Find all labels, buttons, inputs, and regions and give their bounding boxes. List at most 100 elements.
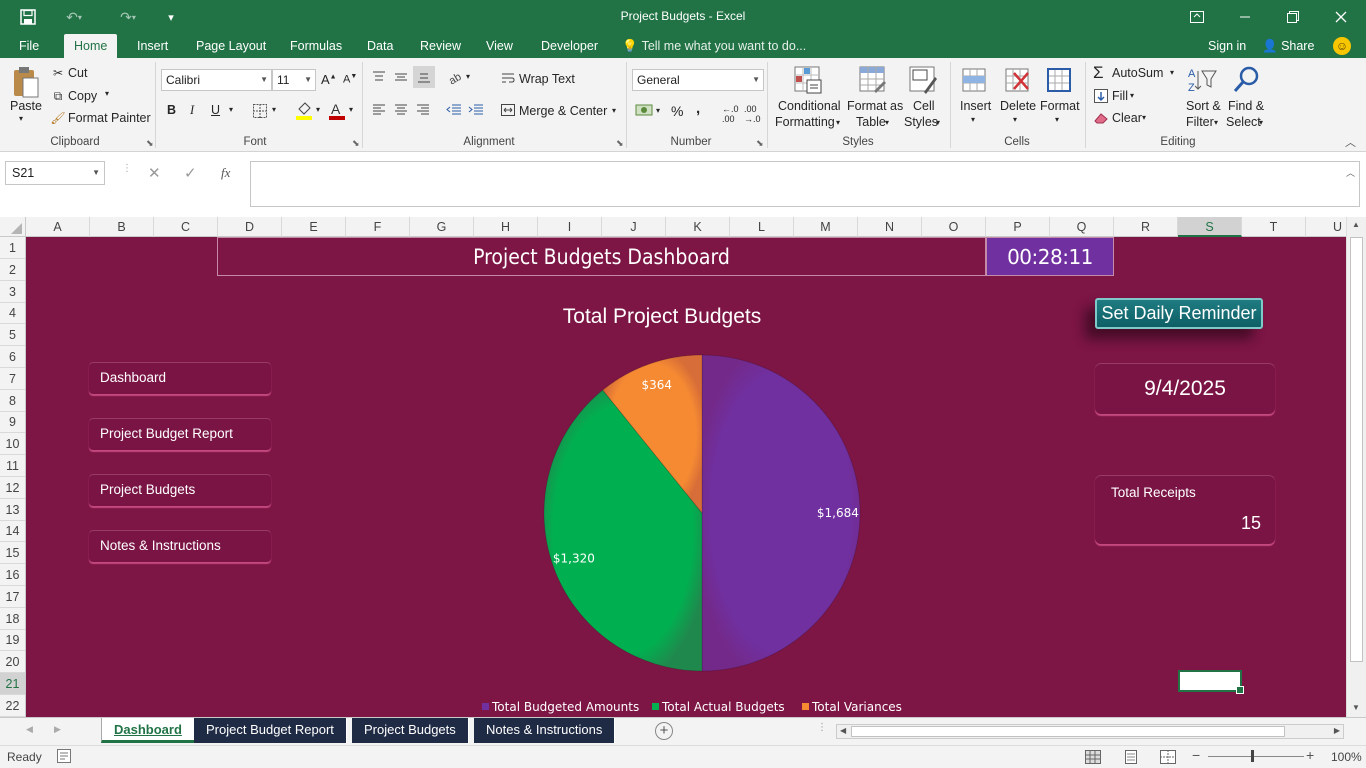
feedback-smiley-icon[interactable]: ☺ bbox=[1333, 37, 1351, 55]
ribbon-display-icon[interactable] bbox=[1174, 0, 1220, 34]
page-layout-view-icon[interactable] bbox=[1123, 750, 1139, 767]
sheet-tab-notes-instructions[interactable]: Notes & Instructions bbox=[474, 718, 616, 743]
column-header-m[interactable]: M bbox=[794, 217, 858, 237]
sort-filter-icon[interactable]: AZ bbox=[1186, 64, 1218, 96]
format-as-table-label-2[interactable]: Table bbox=[856, 115, 886, 129]
nav-notes-instructions-button[interactable]: Notes & Instructions bbox=[89, 530, 271, 562]
sort-filter-label-2[interactable]: Filter bbox=[1186, 115, 1214, 129]
zoom-in-icon[interactable]: + bbox=[1306, 747, 1314, 763]
column-header-k[interactable]: K bbox=[666, 217, 730, 237]
name-box[interactable]: S21 ▼ bbox=[5, 161, 105, 185]
zoom-slider-thumb[interactable] bbox=[1251, 750, 1254, 762]
column-header-r[interactable]: R bbox=[1114, 217, 1178, 237]
align-bottom-icon[interactable] bbox=[413, 66, 435, 88]
tab-review[interactable]: Review bbox=[410, 34, 471, 58]
tell-me-box[interactable]: 💡 Tell me what you want to do... bbox=[622, 34, 806, 58]
normal-view-icon[interactable] bbox=[1085, 750, 1101, 767]
add-sheet-icon[interactable]: + bbox=[655, 722, 673, 740]
delete-cells-label[interactable]: Delete bbox=[1000, 99, 1036, 113]
increase-indent-icon[interactable] bbox=[467, 101, 485, 119]
minimize-icon[interactable] bbox=[1222, 0, 1268, 34]
column-header-h[interactable]: H bbox=[474, 217, 538, 237]
page-break-view-icon[interactable] bbox=[1160, 750, 1176, 767]
column-header-i[interactable]: I bbox=[538, 217, 602, 237]
column-header-p[interactable]: P bbox=[986, 217, 1050, 237]
tab-page-layout[interactable]: Page Layout bbox=[186, 34, 276, 58]
row-header-17[interactable]: 17 bbox=[0, 586, 25, 608]
merge-center-button[interactable]: Merge & Center bbox=[519, 104, 607, 118]
sheet-tab-dashboard[interactable]: Dashboard bbox=[101, 718, 195, 743]
row-header-10[interactable]: 10 bbox=[0, 433, 25, 456]
prev-sheet-icon[interactable]: ◀ bbox=[26, 724, 33, 735]
font-color-icon[interactable]: A bbox=[327, 100, 347, 122]
underline-button[interactable]: U bbox=[211, 103, 220, 117]
row-header-13[interactable]: 13 bbox=[0, 499, 25, 521]
format-as-table-label[interactable]: Format as bbox=[847, 99, 903, 113]
insert-cells-icon[interactable] bbox=[958, 64, 990, 96]
row-header-4[interactable]: 4 bbox=[0, 302, 25, 325]
row-header-22[interactable]: 22 bbox=[0, 695, 25, 717]
column-header-d[interactable]: D bbox=[218, 217, 282, 237]
shrink-font-icon[interactable]: A▼ bbox=[343, 73, 357, 86]
cell-styles-label-2[interactable]: Styles bbox=[904, 115, 938, 129]
share-button[interactable]: 👤 Share bbox=[1262, 34, 1314, 58]
percent-style-button[interactable]: % bbox=[671, 103, 683, 119]
grow-font-icon[interactable]: A▲ bbox=[321, 72, 337, 87]
orientation-icon[interactable]: ab bbox=[446, 68, 464, 86]
macro-record-icon[interactable] bbox=[57, 749, 71, 766]
column-header-o[interactable]: O bbox=[922, 217, 986, 237]
sheet-tab-project-budget-report[interactable]: Project Budget Report bbox=[194, 718, 347, 743]
column-header-e[interactable]: E bbox=[282, 217, 346, 237]
eraser-icon[interactable] bbox=[1093, 110, 1109, 126]
align-center-icon[interactable] bbox=[392, 101, 410, 119]
number-format-box[interactable]: General ▼ bbox=[632, 69, 764, 91]
font-size-box[interactable]: 11 ▼ bbox=[272, 69, 316, 91]
paste-label[interactable]: Paste bbox=[10, 99, 42, 113]
column-header-f[interactable]: F bbox=[346, 217, 410, 237]
copy-icon[interactable]: ⧉ bbox=[50, 88, 66, 104]
tab-developer[interactable]: Developer bbox=[531, 34, 608, 58]
paste-dropdown-icon[interactable]: ▾ bbox=[19, 114, 23, 123]
find-select-icon[interactable] bbox=[1230, 64, 1262, 96]
enter-entry-icon[interactable]: ✓ bbox=[184, 164, 197, 182]
row-header-5[interactable]: 5 bbox=[0, 324, 25, 347]
accounting-format-icon[interactable] bbox=[634, 101, 654, 119]
align-left-icon[interactable] bbox=[370, 101, 388, 119]
delete-cells-icon[interactable] bbox=[1001, 64, 1033, 96]
bold-button[interactable]: B bbox=[167, 103, 176, 117]
align-top-icon[interactable] bbox=[370, 68, 388, 86]
pie-chart[interactable]: $1,684 $1,320 $364 Total Budgeted Amounts To… bbox=[476, 337, 996, 717]
cs-dropdown-icon[interactable]: ▾ bbox=[936, 118, 940, 127]
row-header-8[interactable]: 8 bbox=[0, 390, 25, 412]
align-middle-icon[interactable] bbox=[392, 68, 410, 86]
zoom-out-icon[interactable]: − bbox=[1192, 747, 1200, 763]
decrease-indent-icon[interactable] bbox=[445, 101, 463, 119]
orientation-dropdown-icon[interactable]: ▾ bbox=[466, 72, 470, 81]
zoom-slider[interactable] bbox=[1208, 756, 1304, 757]
row-header-21[interactable]: 21 bbox=[0, 673, 25, 695]
column-header-g[interactable]: G bbox=[410, 217, 474, 237]
column-header-j[interactable]: J bbox=[602, 217, 666, 237]
formula-input[interactable] bbox=[250, 161, 1360, 207]
conditional-formatting-label-2[interactable]: Formatting bbox=[775, 115, 835, 129]
sheet-tab-project-budgets[interactable]: Project Budgets bbox=[352, 718, 469, 743]
sign-in-link[interactable]: Sign in bbox=[1208, 34, 1246, 58]
insert-function-icon[interactable]: fx bbox=[221, 165, 230, 181]
horizontal-scroll-thumb[interactable] bbox=[851, 726, 1285, 737]
row-header-9[interactable]: 9 bbox=[0, 411, 25, 434]
nav-project-budget-report-button[interactable]: Project Budget Report bbox=[89, 418, 271, 450]
tab-file[interactable]: File bbox=[9, 34, 49, 58]
row-header-3[interactable]: 3 bbox=[0, 281, 25, 303]
row-header-7[interactable]: 7 bbox=[0, 368, 25, 390]
scroll-right-icon[interactable]: ▶ bbox=[1334, 726, 1340, 735]
nav-dashboard-button[interactable]: Dashboard bbox=[89, 362, 271, 394]
row-header-20[interactable]: 20 bbox=[0, 651, 25, 674]
increase-decimal-icon[interactable]: ←.0.00 bbox=[722, 104, 739, 124]
expand-formula-bar-icon[interactable]: ︿ bbox=[1346, 166, 1355, 179]
format-dropdown-icon[interactable]: ▾ bbox=[1055, 115, 1059, 124]
sort-filter-label[interactable]: Sort & bbox=[1186, 99, 1221, 113]
column-header-t[interactable]: T bbox=[1242, 217, 1306, 237]
merge-dropdown-icon[interactable]: ▾ bbox=[612, 106, 616, 115]
column-header-s[interactable]: S bbox=[1178, 217, 1242, 237]
row-header-12[interactable]: 12 bbox=[0, 477, 25, 499]
